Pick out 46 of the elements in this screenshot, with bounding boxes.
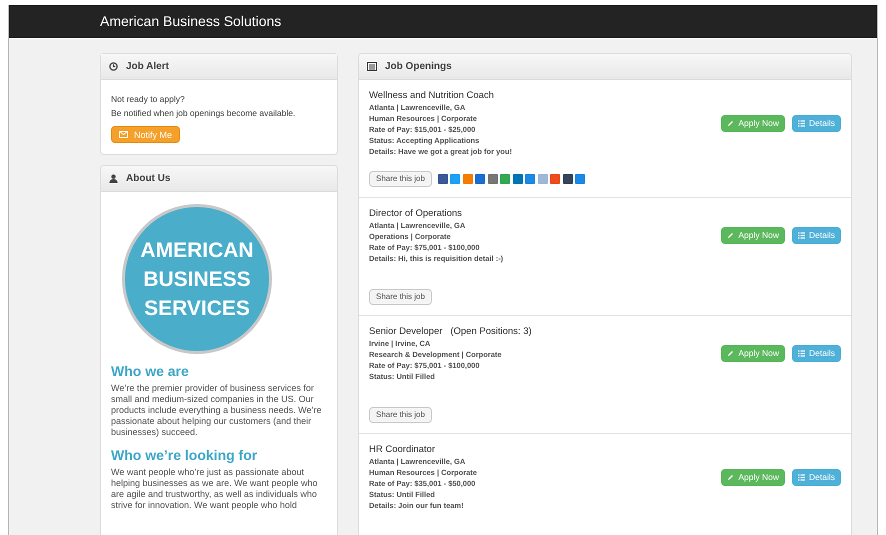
share-job-button[interactable]: Share this job (369, 289, 432, 305)
section-text: We want people who’re just as passionate about helping businesses as we are. We want people who are agile and trustworthy, as well as individuals who strive for innovation. We want people who hold (111, 467, 318, 511)
panel-title: Job Alert (126, 60, 169, 74)
social-share-icon[interactable] (475, 174, 486, 184)
list-icon (798, 232, 806, 239)
apply-now-button[interactable]: Apply Now (721, 468, 786, 486)
job-title[interactable]: Wellness and Nutrition Coach (369, 89, 722, 102)
job-title[interactable]: Director of Operations (369, 207, 722, 220)
person-icon (109, 174, 118, 183)
details-button[interactable]: Details (792, 345, 841, 362)
apply-now-button[interactable]: Apply Now (721, 227, 786, 244)
alert-text: Be notified when job openings become available. (111, 107, 296, 120)
pencil-icon (727, 474, 734, 480)
social-share-icon[interactable] (562, 174, 573, 184)
pencil-icon (727, 120, 734, 126)
logo-text: AMERICAN (140, 238, 254, 264)
section-heading: Who we’re looking for (111, 446, 258, 464)
share-job-button[interactable]: Share this job (369, 171, 432, 187)
job-title[interactable]: HR Coordinator (369, 443, 722, 456)
panel-title: About Us (126, 172, 170, 186)
panel-title: Job Openings (385, 60, 452, 74)
pencil-icon (727, 350, 734, 357)
list-icon (798, 350, 806, 357)
list-icon (367, 62, 377, 71)
envelope-icon (119, 131, 128, 138)
social-share-icon[interactable] (512, 174, 523, 184)
logo-text: BUSINESS (143, 266, 251, 292)
social-share-icon[interactable] (488, 174, 498, 184)
details-button[interactable]: Details (792, 114, 841, 132)
list-icon (798, 474, 806, 480)
apply-now-button[interactable]: Apply Now (721, 114, 786, 132)
section-text: We’re the premier provider of business services for small and medium-sized companies in the US. Our products include everything a business needs. We’re passionate about helping our customers (and their businesses) succeed. (111, 383, 322, 438)
pencil-icon (727, 232, 734, 239)
apply-now-button[interactable]: Apply Now (721, 345, 786, 362)
section-heading: Who we are (111, 362, 190, 380)
list-icon (798, 120, 806, 126)
details-button[interactable]: Details (792, 227, 841, 244)
job-title[interactable]: Senior Developer (Open Positions: 3) (369, 325, 722, 338)
share-job-button[interactable]: Share this job (369, 407, 432, 423)
details-button[interactable]: Details (792, 468, 841, 486)
site-title[interactable]: American Business Solutions (100, 11, 282, 32)
notify-me-button[interactable]: Notify Me (111, 126, 180, 143)
clock-icon (109, 62, 118, 71)
social-share-icon[interactable] (438, 174, 448, 184)
logo-text: SERVICES (144, 296, 250, 322)
alert-text: Not ready to apply? (111, 93, 186, 106)
